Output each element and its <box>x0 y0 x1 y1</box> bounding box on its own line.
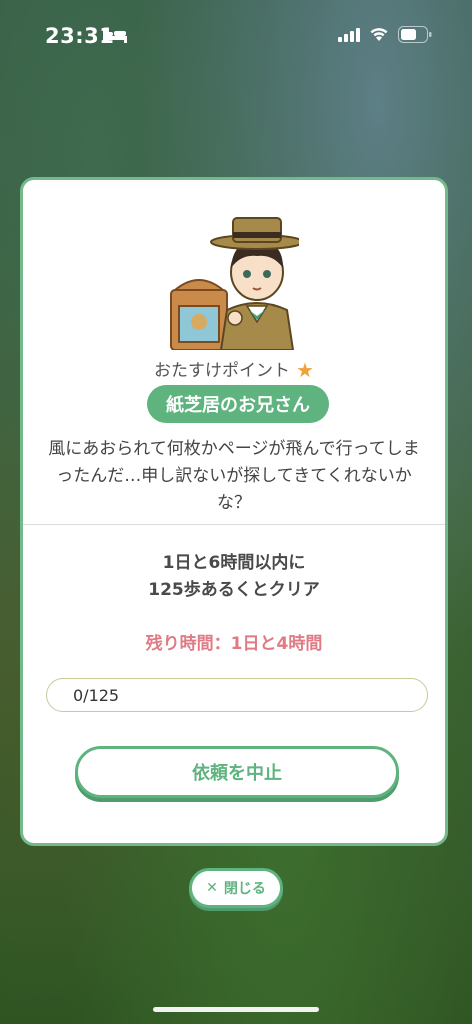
requester-name-badge: 紙芝居のお兄さん <box>147 385 329 423</box>
kamishibai-man-illustration <box>170 217 299 350</box>
assist-points-label: おたすけポイント <box>154 361 291 381</box>
battery-icon <box>398 26 432 43</box>
divider <box>23 524 445 525</box>
bed-icon <box>103 30 127 43</box>
goal-text: 1日と6時間以内に 125歩あるくとクリア <box>23 550 445 604</box>
remaining-time: 残り時間：1日と4時間 <box>145 634 323 654</box>
close-button[interactable]: ✕ 閉じる <box>189 868 283 908</box>
home-indicator[interactable] <box>153 1007 319 1012</box>
goal-line-2: 125歩あるくとクリア <box>148 580 320 600</box>
goal-line-1: 1日と6時間以内に <box>162 553 306 573</box>
wifi-icon <box>370 28 388 41</box>
request-card: おたすけポイント ★ 紙芝居のお兄さん 風にあおられて何枚かページが飛んで行ってし… <box>20 177 448 846</box>
progress-text: 0/125 <box>73 686 120 705</box>
close-label: 閉じる <box>223 881 266 897</box>
assist-points-row: おたすけポイント ★ <box>23 356 445 382</box>
cellular-signal-icon <box>338 28 360 42</box>
cancel-request-button[interactable]: 依頼を中止 <box>75 746 399 798</box>
step-progress-bar: 0/125 <box>46 678 428 712</box>
request-message: 風にあおられて何枚かページが飛んで行ってしまったんだ…申し訳ないが探してきてくれ… <box>48 439 420 513</box>
status-bar: 23:31 <box>0 0 472 70</box>
close-icon: ✕ <box>206 880 218 896</box>
star-icon: ★ <box>296 358 314 382</box>
